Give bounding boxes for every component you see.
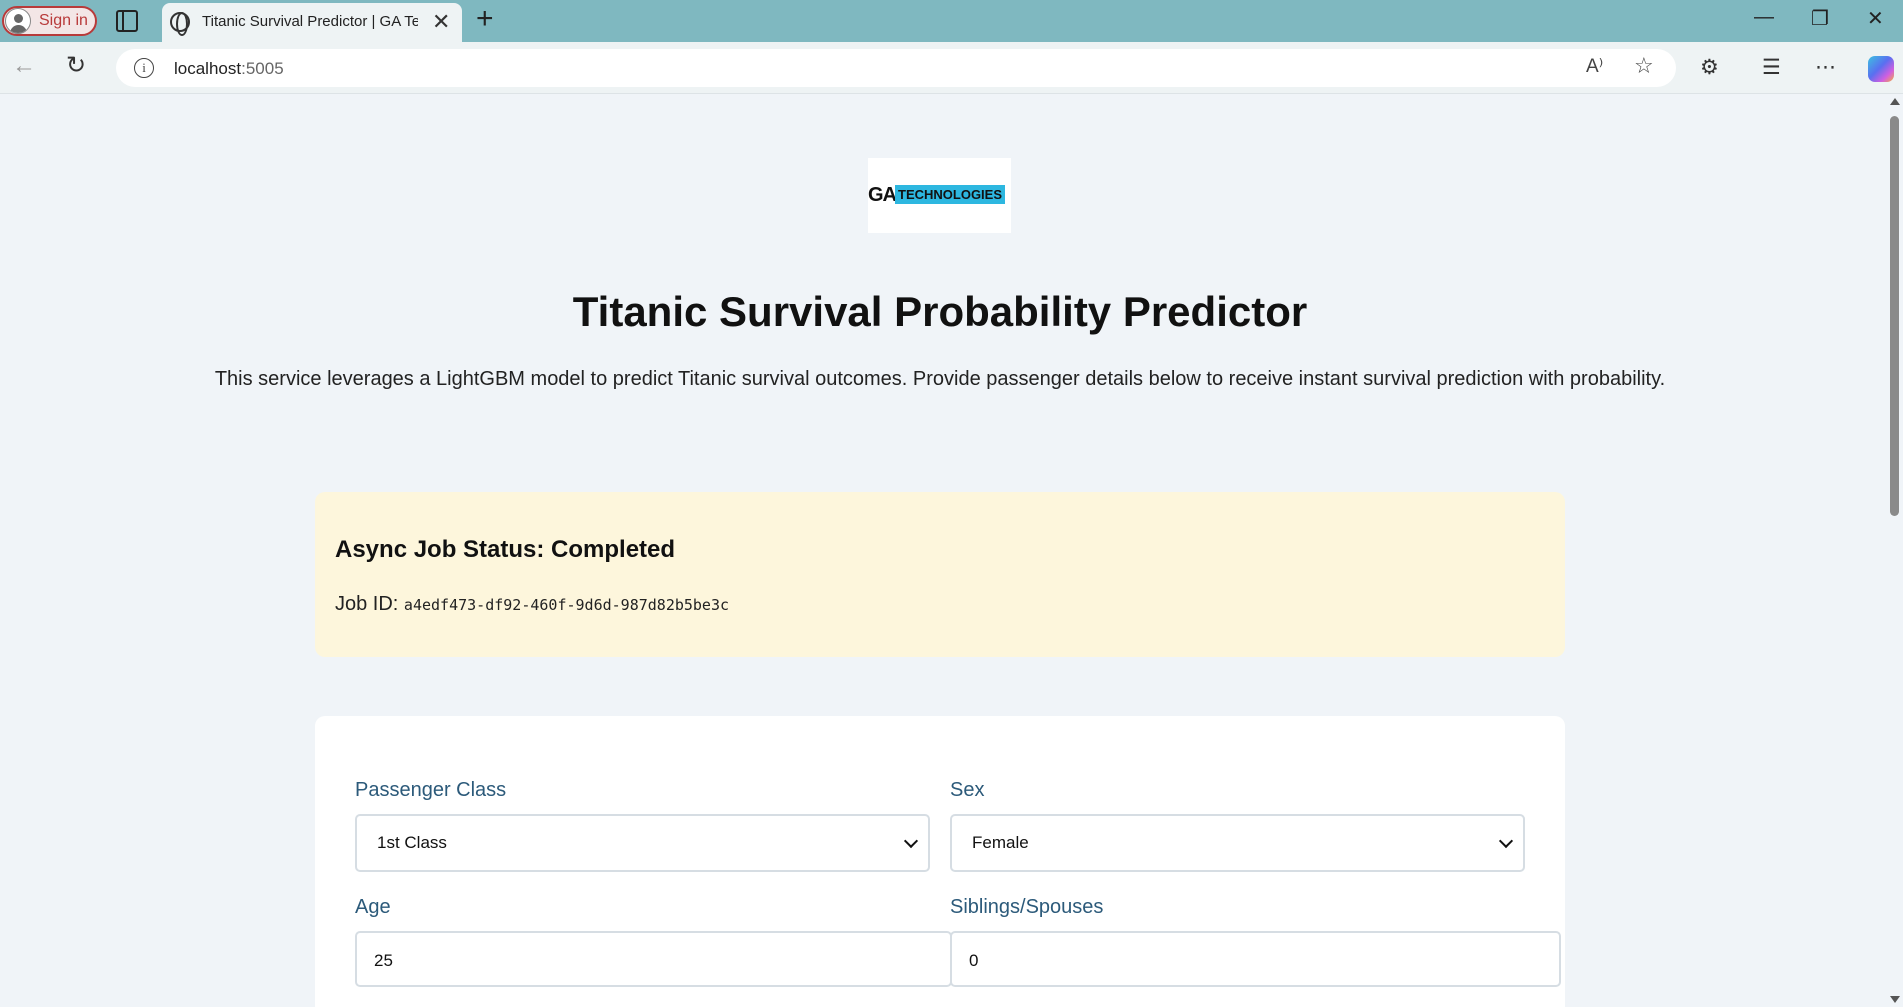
siblings-spouses-input[interactable]: 0 [950, 931, 1561, 987]
sex-value: Female [972, 833, 1029, 852]
sign-in-button[interactable]: Sign in [2, 6, 97, 36]
sign-in-label: Sign in [39, 12, 88, 29]
logo-technologies-text: TECHNOLOGIES [895, 185, 1006, 204]
close-window-button[interactable]: ✕ [1867, 6, 1884, 31]
profile-avatar-icon [5, 8, 31, 34]
age-label: Age [355, 896, 391, 918]
passenger-class-select[interactable]: 1st Class [355, 814, 930, 872]
passenger-class-value: 1st Class [377, 833, 447, 852]
browser-address-bar: ← ↻ i localhost:5005 A⁾ ☆ ⚙ ☰ ⋯ [0, 42, 1903, 94]
copilot-icon[interactable] [1868, 56, 1894, 82]
passenger-form-card: Passenger Class 1st Class Sex Female Age… [315, 716, 1565, 1007]
chevron-down-icon [1498, 833, 1514, 849]
scroll-thumb[interactable] [1890, 116, 1899, 516]
sex-label: Sex [950, 779, 985, 801]
reload-icon[interactable]: ↻ [66, 51, 86, 80]
age-input[interactable]: 25 [355, 931, 952, 987]
siblings-spouses-value: 0 [969, 951, 979, 970]
tab-title: Titanic Survival Predictor | GA Technolo… [202, 13, 418, 30]
logo-ga-text: GA [868, 184, 897, 206]
more-icon[interactable]: ⋯ [1815, 55, 1836, 80]
favorites-icon[interactable]: ☰ [1762, 55, 1781, 80]
new-tab-button[interactable]: + [476, 2, 494, 36]
tab-actions-icon[interactable] [116, 10, 138, 32]
browser-tab-active[interactable]: Titanic Survival Predictor | GA Technolo… [162, 3, 462, 42]
back-arrow-icon[interactable]: ← [12, 52, 36, 80]
minimize-window-button[interactable]: — [1754, 6, 1774, 29]
job-id-label: Job ID: [335, 593, 399, 615]
page-title: Titanic Survival Probability Predictor [572, 288, 1308, 335]
passenger-class-label: Passenger Class [355, 779, 507, 801]
sex-select[interactable]: Female [950, 814, 1525, 872]
job-id-value: a4edf473-df92-460f-9d6d-987d82b5be3c [403, 596, 730, 614]
read-aloud-icon[interactable]: A⁾ [1586, 55, 1603, 78]
tab-close-icon[interactable]: ✕ [432, 9, 450, 35]
siblings-spouses-label: Siblings/Spouses [950, 896, 1104, 918]
page-description: This service leverages a LightGBM model … [214, 368, 1666, 390]
age-value: 25 [374, 951, 393, 970]
extensions-icon[interactable]: ⚙ [1700, 55, 1719, 80]
url-field[interactable]: i localhost:5005 A⁾ ☆ [116, 49, 1676, 87]
job-status-card: Async Job Status: Completed Job ID: a4ed… [315, 492, 1565, 657]
job-status-heading: Async Job Status: Completed [335, 536, 676, 563]
restore-window-button[interactable]: ❐ [1811, 6, 1829, 31]
page-scrollbar[interactable] [1886, 94, 1903, 1007]
browser-tab-bar: Sign in Titanic Survival Predictor | GA … [0, 0, 1903, 42]
site-info-icon[interactable]: i [134, 58, 154, 78]
favorite-star-icon[interactable]: ☆ [1634, 53, 1654, 79]
scroll-up-arrow-icon[interactable] [1890, 98, 1900, 105]
chevron-down-icon [903, 833, 919, 849]
url-text: localhost:5005 [174, 59, 284, 78]
globe-icon [170, 12, 190, 36]
scroll-down-arrow-icon[interactable] [1890, 996, 1900, 1003]
ga-technologies-logo: GA TECHNOLOGIES [868, 158, 1011, 233]
job-id-row: Job ID: a4edf473-df92-460f-9d6d-987d82b5… [335, 593, 729, 616]
